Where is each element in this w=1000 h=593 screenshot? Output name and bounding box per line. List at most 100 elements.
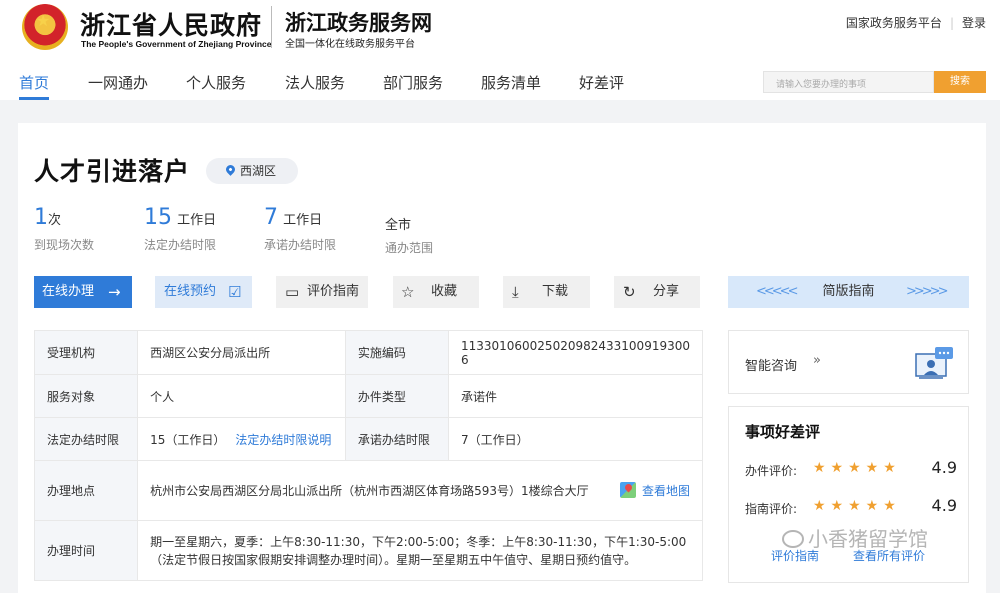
star-outline-icon: ☆ [401, 283, 415, 301]
table-row: 办理地点 杭州市公安局西湖区分局北山派出所（杭州市西湖区体育场路593号）1楼综… [33, 460, 703, 521]
org-value: 西湖区公安分局派出所 [137, 330, 346, 375]
online-apply-button[interactable]: 在线办理 → [34, 276, 132, 308]
share-button[interactable]: ↻ 分享 [614, 276, 700, 308]
nav-evaluation[interactable]: 好差评 [579, 72, 624, 93]
online-reserve-label: 在线预约 [164, 284, 217, 299]
top-links: 国家政务服务平台 | 登录 [846, 14, 986, 31]
promise-limit-value: 7（工作日） [447, 417, 704, 461]
nav-legal-person[interactable]: 法人服务 [285, 72, 345, 93]
rating-row-guide: 指南评价: ★★★★★ 4.9 [745, 496, 957, 517]
nav-one-stop[interactable]: 一网通办 [88, 72, 148, 93]
location-pin-icon [224, 163, 237, 176]
info-table: 受理机构 西湖区公安分局派出所 实施编码 1133010600250209824… [33, 330, 704, 581]
gov-title[interactable]: 浙江省人民政府 [80, 6, 262, 42]
stat-legal-limit: 15 工作日 法定办结时限 [144, 205, 216, 253]
simple-guide-label: 简版指南 [822, 284, 875, 299]
promise-limit-label: 承诺办结时限 [344, 417, 449, 461]
download-label: 下载 [542, 284, 569, 299]
guide-eval-button[interactable]: ▭ 评价指南 [276, 276, 368, 308]
share-label: 分享 [653, 284, 680, 299]
stat-unit: 次 [48, 213, 62, 228]
online-reserve-button[interactable]: 在线预约 ☑ [155, 276, 252, 308]
national-emblem-logo: ★ [22, 4, 68, 50]
stat-visits: 1次 到现场次数 [34, 205, 94, 253]
stat-scope: 全市 通办范围 [385, 205, 433, 256]
type-value: 承诺件 [447, 374, 704, 418]
national-platform-link[interactable]: 国家政务服务平台 [846, 14, 942, 31]
header-divider [271, 6, 272, 48]
simple-guide-button[interactable]: <<<<< 简版指南 >>>>> [728, 276, 969, 308]
region-badge[interactable]: 西湖区 [206, 158, 298, 184]
view-map-label: 查看地图 [641, 483, 690, 498]
view-map-link[interactable]: 查看地图 [619, 481, 690, 499]
rating-stars: ★★★★★ [813, 498, 901, 514]
rating-label: 指南评价: [745, 502, 798, 516]
download-icon: ⤓ [512, 283, 519, 301]
rating-label: 办件评价: [745, 464, 798, 478]
table-row: 服务对象 个人 办件类型 承诺件 [33, 374, 704, 418]
rating-stars: ★★★★★ [813, 460, 901, 476]
stat-unit: 工作日 [177, 213, 217, 228]
legal-limit-value: 15（工作日） 法定办结时限说明 [137, 417, 346, 461]
login-link[interactable]: 登录 [962, 14, 986, 31]
hours-label: 办理时间 [33, 520, 139, 581]
favorite-button[interactable]: ☆ 收藏 [393, 276, 479, 308]
rating-score: 4.9 [931, 458, 957, 477]
smart-consult-label: 智能咨询 [745, 359, 798, 374]
stat-value: 全市 [385, 218, 412, 233]
place-label: 办理地点 [33, 460, 139, 521]
double-chevron-right-icon: >>>>> [906, 284, 949, 299]
stat-label: 承诺办结时限 [264, 238, 337, 252]
double-chevron-left-icon: <<<<< [756, 284, 799, 299]
hours-value: 期一至星期六，夏季：上午8:30-11:30，下午2:00-5:00；冬季：上午… [137, 520, 703, 581]
stat-label: 通办范围 [385, 241, 434, 255]
smart-consult-panel[interactable]: 智能咨询 » [728, 330, 969, 394]
comment-icon: ▭ [285, 283, 300, 301]
wechat-icon [782, 530, 804, 548]
legal-limit-explain-link[interactable]: 法定办结时限说明 [235, 433, 331, 447]
rating-panel: 事项好差评 办件评价: ★★★★★ 4.9 指南评价: ★★★★★ 4.9 评价… [728, 406, 969, 583]
nav-department[interactable]: 部门服务 [383, 72, 443, 93]
arrow-right-icon: → [108, 283, 121, 301]
place-text: 杭州市公安局西湖区分局北山派出所（杭州市西湖区体育场路593号）1楼综合大厅 [150, 483, 589, 498]
code-value: 113301060025020982433100919300​6 [447, 330, 704, 375]
type-label: 办件类型 [344, 374, 449, 418]
calendar-check-icon: ☑ [228, 283, 242, 301]
stat-unit: 工作日 [283, 213, 323, 228]
legal-limit-text: 15（工作日） [150, 432, 226, 447]
share-icon: ↻ [623, 283, 636, 301]
nav-home[interactable]: 首页 [19, 72, 49, 93]
download-button[interactable]: ⤓ 下载 [503, 276, 590, 308]
watermark-text: 小香猪留学馆 [808, 527, 928, 551]
search-button[interactable]: 搜索 [934, 71, 986, 93]
site-header: ★ 浙江省人民政府 The People's Government of Zhe… [0, 0, 1000, 100]
stat-label: 到现场次数 [34, 238, 95, 252]
table-row: 办理时间 期一至星期六，夏季：上午8:30-11:30，下午2:00-5:00；… [33, 520, 703, 581]
stat-value: 15 [144, 205, 172, 230]
legal-limit-label: 法定办结时限 [33, 417, 139, 461]
guide-eval-label: 评价指南 [307, 284, 360, 299]
org-label: 受理机构 [33, 330, 139, 375]
rating-row-case: 办件评价: ★★★★★ 4.9 [745, 458, 957, 479]
map-icon [619, 481, 636, 498]
search-input[interactable]: 请输入您要办理的事项 [763, 71, 934, 93]
page-title: 人才引进落户 [34, 157, 191, 186]
nav-service-list[interactable]: 服务清单 [481, 72, 541, 93]
stat-value: 1 [34, 205, 48, 230]
code-label: 实施编码 [344, 330, 449, 375]
place-value: 杭州市公安局西湖区分局北山派出所（杭州市西湖区体育场路593号）1楼综合大厅 查… [137, 460, 703, 521]
table-row: 受理机构 西湖区公安分局派出所 实施编码 1133010600250209824… [33, 330, 704, 375]
nav-personal[interactable]: 个人服务 [186, 72, 246, 93]
site-title[interactable]: 浙江政务服务网 [285, 7, 432, 37]
rating-title: 事项好差评 [745, 423, 821, 441]
top-link-separator: | [949, 15, 954, 30]
target-value: 个人 [137, 374, 346, 418]
table-row: 法定办结时限 15（工作日） 法定办结时限说明 承诺办结时限 7（工作日） [33, 417, 704, 461]
double-chevron-right-icon: » [813, 353, 821, 368]
gov-subtitle: The People's Government of Zhejiang Prov… [81, 39, 272, 49]
favorite-label: 收藏 [431, 284, 458, 299]
stat-label: 法定办结时限 [144, 238, 217, 252]
watermark: 小香猪留学馆 [782, 523, 928, 552]
target-label: 服务对象 [33, 374, 139, 418]
main-nav: 首页 一网通办 个人服务 法人服务 部门服务 服务清单 好差评 [0, 68, 740, 100]
